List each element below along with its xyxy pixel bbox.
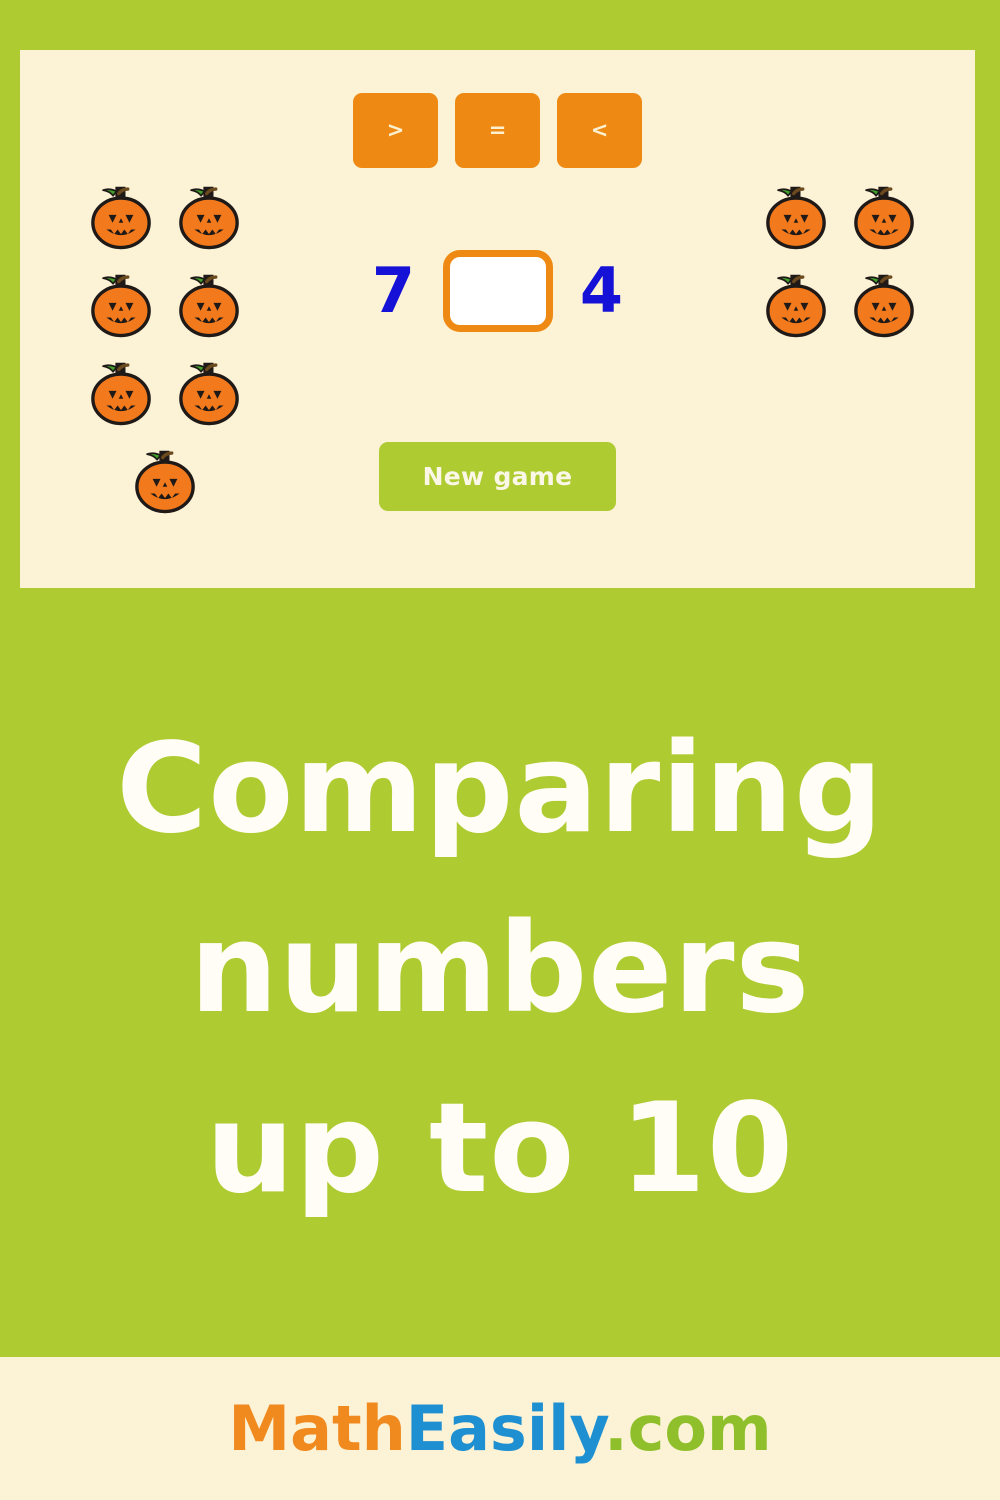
site-logo-part-easily: Easily (405, 1392, 605, 1465)
jack-o-lantern-icon (840, 172, 928, 260)
jack-o-lantern-icon (840, 260, 928, 348)
page-title-line-3: up to 10 (205, 1076, 795, 1221)
comparison-expression: 7 4 (371, 250, 625, 332)
operator-button-less-than[interactable]: < (557, 93, 642, 168)
jack-o-lantern-icon (752, 260, 840, 348)
right-counter-group (725, 172, 955, 348)
operator-button-row: > = < (20, 93, 975, 168)
left-number: 7 (371, 254, 416, 327)
operator-button-equals[interactable]: = (455, 93, 540, 168)
page-title-line-1: Comparing (116, 717, 884, 861)
site-logo[interactable]: MathEasily.com (228, 1392, 771, 1465)
answer-input[interactable] (442, 250, 553, 332)
page-title-line-2: numbers (189, 896, 811, 1041)
operator-button-greater-than[interactable]: > (353, 93, 438, 168)
comparing-game-card: > = < 7 4 New game (20, 50, 975, 588)
right-number: 4 (579, 254, 624, 327)
jack-o-lantern-icon (77, 260, 165, 348)
jack-o-lantern-icon (165, 260, 253, 348)
site-logo-part-math: Math (228, 1392, 406, 1465)
page-title: Comparing numbers up to 10 (0, 700, 1000, 1239)
new-game-button-wrap: New game (20, 442, 975, 511)
jack-o-lantern-icon (165, 348, 253, 436)
site-logo-part-com: .com (604, 1392, 772, 1465)
jack-o-lantern-icon (77, 172, 165, 260)
jack-o-lantern-icon (752, 172, 840, 260)
jack-o-lantern-icon (165, 172, 253, 260)
jack-o-lantern-icon (77, 348, 165, 436)
site-footer: MathEasily.com (0, 1357, 1000, 1500)
new-game-button[interactable]: New game (378, 442, 617, 511)
